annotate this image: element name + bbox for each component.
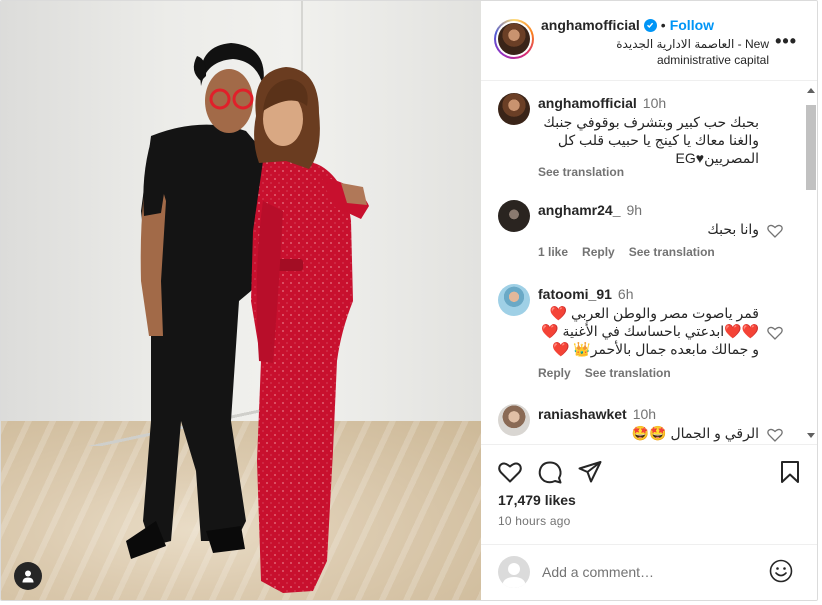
- share-icon[interactable]: [577, 459, 603, 485]
- post-location[interactable]: العاصمة الادارية الجديدة - New administr…: [539, 36, 769, 68]
- current-user-avatar: [498, 556, 530, 588]
- scroll-thumb[interactable]: [806, 105, 816, 190]
- post-header: anghamofficial • Follow العاصمة الادارية…: [481, 1, 817, 81]
- reply-link[interactable]: Reply: [582, 245, 615, 259]
- likes-count[interactable]: 17,479 likes: [498, 492, 576, 508]
- author-avatar[interactable]: [494, 19, 534, 59]
- see-translation-link[interactable]: See translation: [585, 366, 671, 380]
- location-line-1: العاصمة الادارية الجديدة - New: [616, 37, 769, 51]
- scroll-up-arrow-icon[interactable]: [807, 88, 815, 93]
- emoji-icon[interactable]: [769, 559, 793, 583]
- post-timestamp[interactable]: 10 hours ago: [498, 514, 570, 528]
- post-photo[interactable]: [1, 1, 481, 600]
- comment-actions: 1 like Reply See translation: [538, 245, 729, 259]
- comment-username: fatoomi_91 6h: [538, 286, 634, 302]
- comment-username: anghamofficial 10h: [538, 95, 667, 111]
- more-options-button[interactable]: •••: [775, 31, 797, 52]
- comment-like-icon[interactable]: [767, 428, 783, 442]
- comment-like-icon[interactable]: [767, 224, 783, 238]
- comment-username: raniashawket 10h: [538, 406, 657, 422]
- comment-time: 6h: [617, 286, 634, 302]
- location-line-2: administrative capital: [656, 53, 769, 67]
- tagged-users-button[interactable]: [14, 562, 42, 590]
- verified-badge-icon: [643, 18, 657, 32]
- comment-time: 10h: [632, 406, 657, 422]
- author-username[interactable]: anghamofficial: [541, 17, 640, 33]
- add-comment-input[interactable]: [542, 561, 752, 583]
- comment-text: بحبك حب كبير وبتشرف بوقوفي جنبك والغنا م…: [543, 114, 759, 166]
- comment-text: الرقي و الجمال 🤩🤩: [631, 425, 759, 441]
- comment-time: 9h: [626, 202, 643, 218]
- comment-text: قمر ياصوت مصر والوطن العربي ❤️ ❤️❤️ابدعت…: [541, 305, 759, 357]
- add-comment-bar: [481, 544, 817, 600]
- comment-like-icon[interactable]: [767, 326, 783, 340]
- comment-time: 10h: [642, 95, 667, 111]
- separator-dot: •: [660, 17, 666, 33]
- reply-link[interactable]: Reply: [538, 366, 571, 380]
- bookmark-icon[interactable]: [777, 459, 803, 485]
- see-translation-link[interactable]: See translation: [629, 245, 715, 259]
- post-actions: 17,479 likes 10 hours ago: [481, 444, 817, 544]
- post-side-panel: anghamofficial • Follow العاصمة الادارية…: [481, 1, 817, 600]
- comments-scrollbar[interactable]: [805, 82, 817, 442]
- heart-icon[interactable]: [497, 459, 523, 485]
- comments-list: anghamofficial 10h بحبك حب كبير وبتشرف بو…: [481, 82, 817, 444]
- see-translation-link[interactable]: See translation: [538, 165, 624, 179]
- follow-button[interactable]: Follow: [670, 17, 714, 33]
- post-modal: anghamofficial • Follow العاصمة الادارية…: [0, 0, 818, 601]
- comment-likes[interactable]: 1 like: [538, 245, 568, 259]
- comment-icon[interactable]: [537, 459, 563, 485]
- comment-actions: See translation: [538, 165, 638, 179]
- people-illustration: [126, 43, 369, 593]
- comment-text: وانا بحبك: [707, 221, 759, 237]
- comment-username: anghamr24_ 9h: [538, 202, 643, 218]
- comment-actions: Reply See translation: [538, 366, 685, 380]
- user-icon: [22, 570, 34, 583]
- scroll-down-arrow-icon[interactable]: [807, 433, 815, 438]
